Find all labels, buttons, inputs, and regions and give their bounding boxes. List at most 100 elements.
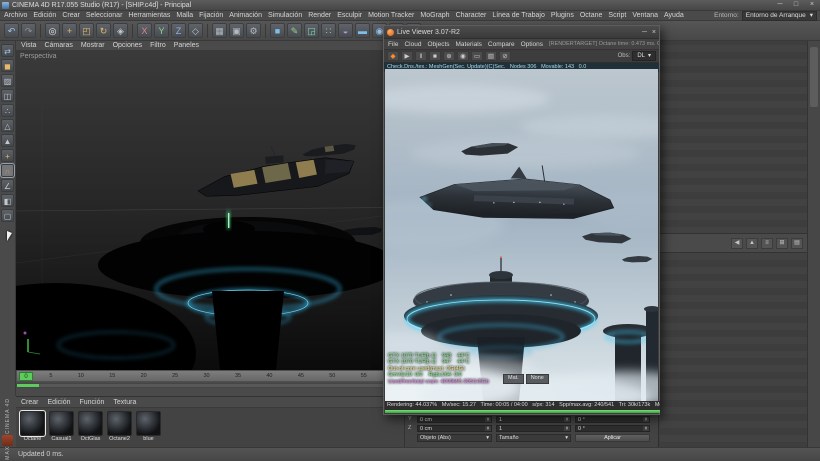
viewport-solo-icon[interactable]: ▢: [1, 209, 14, 222]
material-thumbnail[interactable]: Octane2: [107, 411, 132, 442]
menu-character[interactable]: Character: [456, 12, 487, 19]
vertical-scrollbar[interactable]: [807, 41, 820, 447]
alpha-toggle-icon[interactable]: ▧: [485, 51, 497, 61]
pick-focus-icon[interactable]: ⊕: [443, 51, 455, 61]
size-mode-dropdown[interactable]: Tamaño ▾: [496, 434, 571, 442]
menu-crear[interactable]: Crear: [62, 12, 80, 19]
make-editable-icon[interactable]: ⇄: [1, 44, 14, 57]
menu-malla[interactable]: Malla: [176, 12, 193, 19]
live-viewer-minimize-button[interactable]: ─: [642, 27, 647, 38]
coordinate-input[interactable]: 0 °▲▼: [575, 416, 650, 423]
lv-menu-compare[interactable]: Compare: [488, 41, 515, 48]
spline-pen-icon[interactable]: ✎: [287, 23, 302, 38]
viewport-menu-opciones[interactable]: Opciones: [113, 42, 143, 49]
live-viewer-close-button[interactable]: ×: [652, 27, 656, 38]
material-thumbnail[interactable]: Casual1: [49, 411, 74, 442]
lock-x-axis-icon[interactable]: X: [137, 23, 152, 38]
maximize-button[interactable]: □: [788, 0, 804, 10]
lv-menu-materials[interactable]: Materials: [456, 41, 482, 48]
material-menu-crear[interactable]: Crear: [21, 399, 39, 406]
scale-tool-icon[interactable]: ◰: [79, 23, 94, 38]
render-picture-viewer-icon[interactable]: ▣: [229, 23, 244, 38]
viewport-menu-c-maras[interactable]: Cámaras: [44, 42, 72, 49]
array-object-icon[interactable]: ∷: [321, 23, 336, 38]
stepper-arrows[interactable]: ▲▼: [485, 417, 491, 422]
restart-render-icon[interactable]: ▶: [401, 51, 413, 61]
texture-mode-icon[interactable]: ▨: [1, 74, 14, 87]
rotate-tool-icon[interactable]: ↻: [96, 23, 111, 38]
stepper-arrows[interactable]: ▲▼: [564, 426, 570, 431]
stepper-arrows[interactable]: ▲▼: [485, 426, 491, 431]
attribute-manager-panel[interactable]: [660, 253, 807, 443]
menu-ayuda[interactable]: Ayuda: [664, 12, 684, 19]
menu-l-nea-de-trabajo[interactable]: Línea de Trabajo: [492, 12, 545, 19]
viewport-menu-paneles[interactable]: Paneles: [174, 42, 199, 49]
points-mode-icon[interactable]: ∴: [1, 104, 14, 117]
lv-menu-options[interactable]: Options: [521, 41, 543, 48]
workplane-mode-icon[interactable]: ◫: [1, 89, 14, 102]
lock-y-axis-icon[interactable]: Y: [154, 23, 169, 38]
material-thumbnail[interactable]: Octane: [20, 411, 45, 442]
object-manager-panel[interactable]: [660, 45, 807, 233]
pick-material-icon[interactable]: ◉: [457, 51, 469, 61]
menu-script[interactable]: Script: [608, 12, 626, 19]
pause-render-icon[interactable]: ‖: [415, 51, 427, 61]
lv-menu-file[interactable]: File: [388, 41, 398, 48]
menu-render[interactable]: Render: [308, 12, 331, 19]
stepper-arrows[interactable]: ▲▼: [643, 426, 649, 431]
collapse-left-icon[interactable]: ◀: [731, 238, 743, 249]
coordinate-input[interactable]: 0 cm▲▼: [417, 425, 492, 432]
menu-fijaci-n[interactable]: Fijación: [199, 12, 223, 19]
octane-logo-icon[interactable]: ◆: [387, 51, 399, 61]
lv-menu-cloud[interactable]: Cloud: [404, 41, 421, 48]
coordinate-input[interactable]: 1▲▼: [496, 416, 571, 423]
material-menu-edici-n[interactable]: Edición: [48, 399, 71, 406]
environment-dropdown[interactable]: Entorno de Arranque ▾: [742, 11, 817, 21]
grid-view-icon[interactable]: ⊞: [776, 238, 788, 249]
menu-animaci-n[interactable]: Animación: [229, 12, 262, 19]
menu-plugins[interactable]: Plugins: [551, 12, 574, 19]
mat-button[interactable]: Mat.: [503, 374, 524, 384]
quantize-icon[interactable]: ∠: [1, 179, 14, 192]
workplane-lock-icon[interactable]: ◧: [1, 194, 14, 207]
render-image[interactable]: GTX 1070 TUF[b.1] 948 44°CGTX 1070 TUF[b…: [385, 69, 658, 401]
snap-icon[interactable]: ∩: [1, 164, 14, 177]
apply-button[interactable]: Aplicar: [575, 434, 650, 442]
obs-dropdown[interactable]: DL▾: [632, 51, 656, 61]
minimize-button[interactable]: ─: [772, 0, 788, 10]
filter-icon[interactable]: ≡: [761, 238, 773, 249]
redo-icon[interactable]: ↷: [21, 23, 36, 38]
polygons-mode-icon[interactable]: ▲: [1, 134, 14, 147]
material-thumbnail[interactable]: OctGlas: [78, 411, 103, 442]
menu-octane[interactable]: Octane: [580, 12, 603, 19]
stop-render-icon[interactable]: ■: [429, 51, 441, 61]
move-tool-icon[interactable]: +: [62, 23, 77, 38]
menu-motion-tracker[interactable]: Motion Tracker: [368, 12, 414, 19]
coordinate-input[interactable]: 1▲▼: [496, 425, 571, 432]
material-thumbnail[interactable]: blue: [136, 411, 161, 442]
region-render-icon[interactable]: ▭: [471, 51, 483, 61]
undo-icon[interactable]: ↶: [4, 23, 19, 38]
scroll-up-icon[interactable]: ▲: [746, 238, 758, 249]
menu-ventana[interactable]: Ventana: [632, 12, 658, 19]
cube-primitive-icon[interactable]: ■: [270, 23, 285, 38]
coordinate-input[interactable]: 0 °▲▼: [575, 425, 650, 432]
edges-mode-icon[interactable]: △: [1, 119, 14, 132]
scrollbar-thumb[interactable]: [810, 47, 818, 107]
render-view-icon[interactable]: ▦: [212, 23, 227, 38]
coordinate-system-icon[interactable]: ◇: [188, 23, 203, 38]
viewport-menu-filtro[interactable]: Filtro: [150, 42, 166, 49]
menu-edici-n[interactable]: Edición: [33, 12, 56, 19]
material-menu-funci-n[interactable]: Función: [79, 399, 104, 406]
list-view-icon[interactable]: ▤: [791, 238, 803, 249]
menu-mograph[interactable]: MoGraph: [420, 12, 449, 19]
none-button[interactable]: None: [526, 374, 549, 384]
menu-herramientas[interactable]: Herramientas: [128, 12, 170, 19]
lock-resolution-icon[interactable]: ⊘: [499, 51, 511, 61]
subdivision-surface-icon[interactable]: ◲: [304, 23, 319, 38]
deformer-icon[interactable]: ◒: [338, 23, 353, 38]
coordinate-input[interactable]: 0 cm▲▼: [417, 416, 492, 423]
live-selection-icon[interactable]: ◎: [45, 23, 60, 38]
stepper-arrows[interactable]: ▲▼: [564, 417, 570, 422]
timeline-playhead[interactable]: 0: [19, 372, 33, 381]
